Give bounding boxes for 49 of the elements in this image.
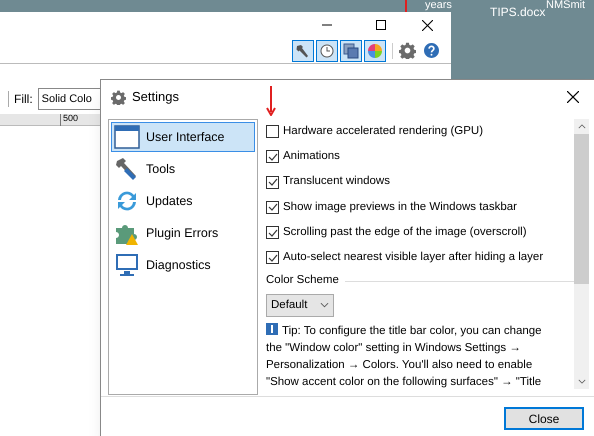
color-wheel-icon [367, 42, 383, 58]
fill-label: Fill: [14, 91, 33, 108]
category-item[interactable]: Updates [111, 186, 255, 216]
scroll-thumb[interactable] [574, 134, 589, 284]
check-icon [268, 152, 278, 162]
scroll-up-icon[interactable] [578, 124, 586, 129]
info-icon [266, 323, 278, 335]
desktop-icon-label[interactable]: NMSmit [546, 0, 586, 11]
close-icon[interactable] [567, 91, 579, 103]
toolbar-toggle-button[interactable] [364, 40, 386, 62]
desktop-icon-label[interactable]: TIPS.docx [490, 6, 546, 18]
ruler-label: 500 [60, 114, 78, 126]
checkbox-option[interactable]: Hardware accelerated rendering (GPU) [266, 119, 574, 144]
checkbox-option[interactable]: Auto-select nearest visible layer after hiding a layer [266, 245, 574, 270]
clock-icon [319, 42, 335, 58]
check-icon [268, 252, 278, 263]
check-icon [268, 177, 278, 188]
maximize-icon[interactable] [376, 20, 386, 30]
check-icon [268, 202, 278, 212]
checkbox-option[interactable]: Show image previews in the Windows taskbar [266, 194, 574, 220]
close-button[interactable]: Close [504, 407, 584, 430]
desktop-icon-label[interactable]: years [425, 0, 452, 11]
category-item[interactable]: Plugin Errors [111, 218, 255, 248]
help-icon[interactable] [424, 43, 439, 58]
settings-icon[interactable] [399, 42, 416, 59]
monitor-icon [114, 252, 140, 278]
scrollbar[interactable] [574, 119, 589, 389]
close-icon[interactable] [422, 20, 433, 30]
checkbox-option[interactable]: Animations [266, 144, 574, 170]
checkbox-option[interactable]: Scrolling past the edge of the image (overscroll) [266, 220, 574, 246]
toolbar-toggle-button[interactable] [340, 40, 362, 62]
layers-icon [343, 42, 359, 58]
group-heading: Color Scheme [266, 273, 339, 288]
category-item[interactable]: Diagnostics [111, 250, 255, 280]
scroll-down-icon[interactable] [578, 379, 586, 384]
gear-icon[interactable] [111, 90, 126, 104]
category-item[interactable]: User Interface [111, 122, 255, 152]
check-icon [268, 228, 278, 238]
toolbar-toggle-button[interactable] [316, 40, 338, 62]
chevron-down-icon [320, 302, 329, 308]
window-icon [114, 124, 140, 150]
color-scheme-dropdown[interactable]: Default [266, 294, 334, 317]
category-item[interactable]: Tools [111, 154, 255, 184]
dialog-title: Settings [132, 88, 179, 106]
hammer-icon [295, 42, 311, 58]
annotation-arrow [266, 86, 276, 116]
toolbar-toggle-button[interactable] [292, 40, 314, 62]
checkbox-option[interactable]: Translucent windows [266, 169, 574, 195]
tip-text: Tip: To configure the title bar color, you can change the "Window color" setting in Windows Settings → Personalization → Colors. You'll also need to enable "Show accent color on the following surfaces" → "Title [266, 323, 542, 389]
